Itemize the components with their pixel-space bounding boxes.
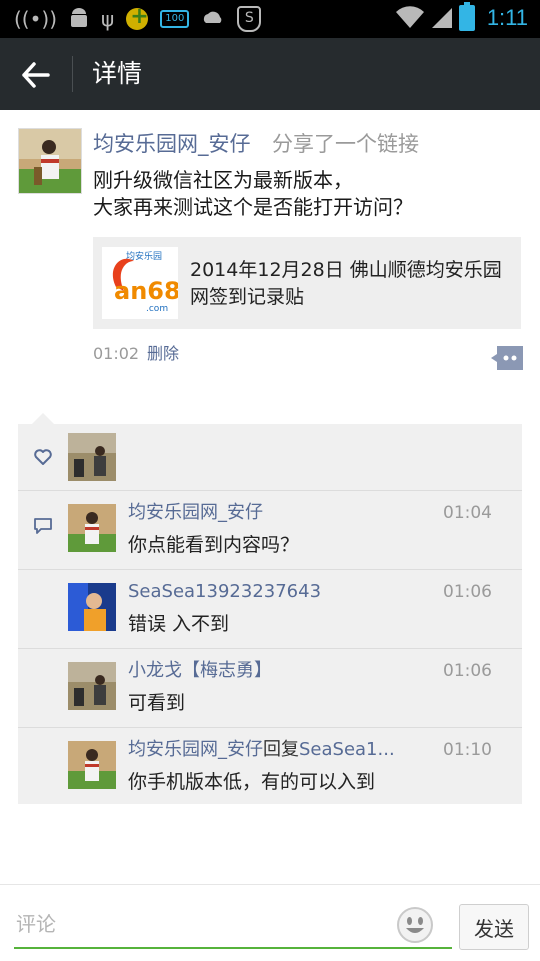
android-icon <box>71 8 88 27</box>
avatar-image <box>68 741 116 789</box>
post-action-text: 分享了一个链接 <box>272 132 419 156</box>
shield-icon: S <box>237 6 262 32</box>
wifi-ad-hoc-icon: ((•)) <box>14 7 58 31</box>
battery-icon <box>458 2 475 31</box>
link-thumbnail: 均安乐园 an68 .com <box>102 247 181 319</box>
comment-avatar[interactable] <box>68 741 116 789</box>
battery-pill-icon: 100 <box>160 10 190 28</box>
post-time: 01:02 <box>93 344 140 363</box>
cloud-icon <box>204 11 222 23</box>
action-bar: 详情 <box>0 38 540 110</box>
comment-author-line: SeaSea13923237643 <box>128 578 408 606</box>
avatar-image <box>68 504 116 552</box>
post-text-line: 大家再来测试这个是否能打开访问？ <box>93 195 413 219</box>
avatar-image <box>68 662 116 710</box>
comment-input-bar: 发送 <box>0 884 540 961</box>
link-title: 2014年12月28日 佛山顺德均安乐园网签到记录贴 <box>190 259 502 308</box>
comment-row[interactable]: 均安乐园网_安仔回复SeaSea1... 01:10 你手机版本低，有的可以入到 <box>18 728 522 806</box>
like-avatar[interactable] <box>68 433 116 481</box>
status-time: 1:11 <box>486 5 528 30</box>
panel-notch <box>32 413 54 424</box>
logo-sub-text: .com <box>146 304 168 314</box>
comment-menu-icon[interactable] <box>491 346 523 370</box>
comment-text: 你手机版本低，有的可以入到 <box>128 771 376 793</box>
avatar-image <box>68 433 116 481</box>
action-bar-divider <box>72 56 73 92</box>
reactions-panel: 均安乐园网_安仔 01:04 你点能看到内容吗？ SeaSea139232376… <box>18 424 522 804</box>
comment-author[interactable]: 均安乐园网_安仔 <box>128 502 263 523</box>
comment-author[interactable]: SeaSea13923237643 <box>128 581 321 602</box>
comment-list: 均安乐园网_安仔 01:04 你点能看到内容吗？ SeaSea139232376… <box>18 491 522 806</box>
post-text-line: 刚升级微信社区为最新版本， <box>93 168 353 192</box>
comment-row[interactable]: 小龙戈【梅志勇】 01:06 可看到 <box>18 649 522 728</box>
plus-icon <box>126 4 149 30</box>
usb-icon: ψ <box>101 7 115 31</box>
comment-author[interactable]: 均安乐园网_安仔 <box>128 739 263 760</box>
reply-label: 回复 <box>263 739 299 760</box>
logo-top-text: 均安乐园 <box>126 250 162 262</box>
comment-avatar[interactable] <box>68 504 116 552</box>
comment-avatar[interactable] <box>68 583 116 631</box>
post-author-avatar[interactable] <box>18 128 82 194</box>
comment-author[interactable]: 小龙戈【梅志勇】 <box>128 660 272 681</box>
status-right-icons: 1:11 <box>395 2 528 33</box>
heart-icon <box>34 449 52 465</box>
comment-avatar[interactable] <box>68 662 116 710</box>
logo-main-text: an68 <box>114 277 178 305</box>
post-body: 刚升级微信社区为最新版本， 大家再来测试这个是否能打开访问？ <box>93 167 523 221</box>
an68-logo-icon: 均安乐园 an68 .com <box>102 247 181 319</box>
back-arrow-icon[interactable] <box>20 60 52 90</box>
likes-row <box>18 424 522 491</box>
post-author-name[interactable]: 均安乐园网_安仔 <box>93 129 251 159</box>
comment-row[interactable]: SeaSea13923237643 01:06 错误 入不到 <box>18 570 522 649</box>
comment-time: 01:10 <box>443 740 492 760</box>
status-left-icons: ((•)) ψ 100 S <box>14 4 262 32</box>
signal-icon <box>431 8 452 28</box>
comment-time: 01:04 <box>443 503 492 523</box>
comment-text: 错误 入不到 <box>128 613 230 635</box>
avatar-image <box>68 583 116 631</box>
wifi-icon <box>395 6 424 28</box>
comment-author-line: 均安乐园网_安仔回复SeaSea1... <box>128 736 408 764</box>
comment-input[interactable] <box>14 901 452 949</box>
comment-author-line: 均安乐园网_安仔 <box>128 499 408 527</box>
page-title: 详情 <box>92 59 143 88</box>
comment-row[interactable]: 均安乐园网_安仔 01:04 你点能看到内容吗？ <box>18 491 522 570</box>
comment-text: 你点能看到内容吗？ <box>128 534 300 556</box>
comment-bubble-icon <box>34 518 52 534</box>
reply-target[interactable]: SeaSea1... <box>299 739 395 760</box>
emoji-icon[interactable] <box>396 906 434 944</box>
avatar-image <box>19 129 81 193</box>
shared-link-card[interactable]: 均安乐园 an68 .com 2014年12月28日 佛山顺德均安乐园网签到记录… <box>93 237 521 329</box>
status-bar: ((•)) ψ 100 S 1:11 <box>0 0 540 38</box>
send-button[interactable]: 发送 <box>459 904 529 950</box>
comment-time: 01:06 <box>443 661 492 681</box>
comment-text: 可看到 <box>128 692 186 714</box>
comment-author-line: 小龙戈【梅志勇】 <box>128 657 408 685</box>
delete-link[interactable]: 删除 <box>147 342 179 366</box>
comment-time: 01:06 <box>443 582 492 602</box>
